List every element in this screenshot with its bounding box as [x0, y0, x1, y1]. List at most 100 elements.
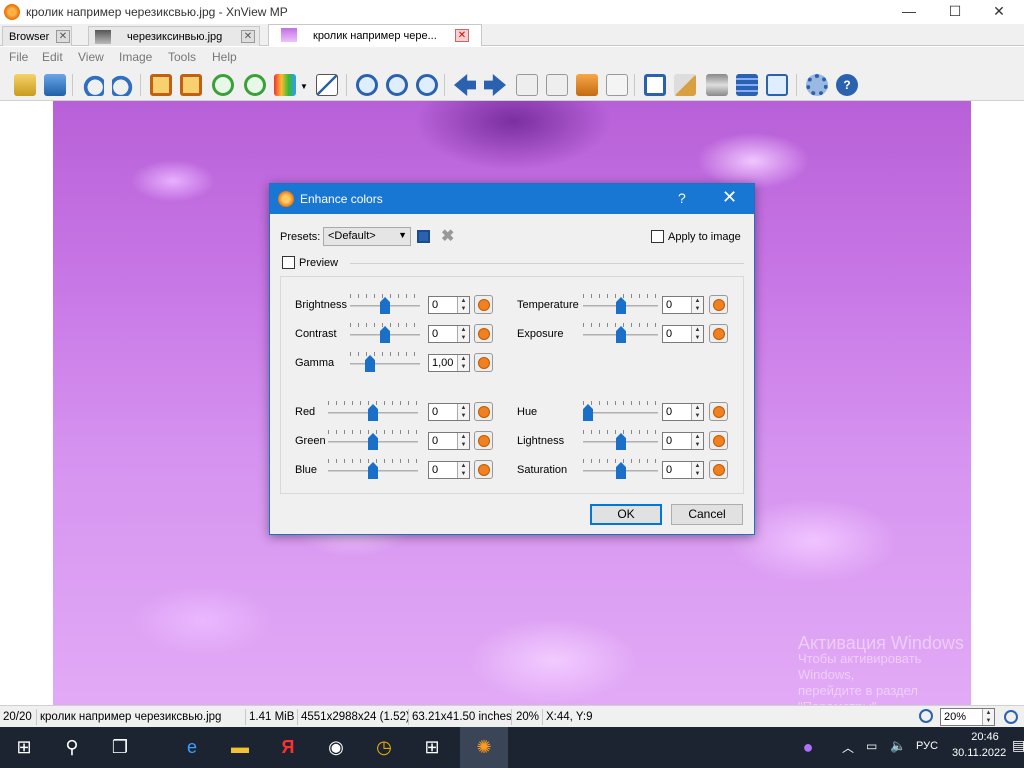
- slider-thumb[interactable]: [616, 462, 626, 479]
- save-icon[interactable]: [44, 74, 66, 96]
- slider-thumb[interactable]: [368, 404, 378, 421]
- stepper-arrows-icon[interactable]: ▲ ▼: [691, 462, 703, 478]
- fullscreen-icon[interactable]: [644, 74, 666, 96]
- slider-thumb[interactable]: [380, 297, 390, 314]
- search-icon[interactable]: ⚲: [48, 727, 96, 768]
- apply-to-image-checkbox[interactable]: [651, 230, 664, 243]
- windows-start-icon[interactable]: ⊞: [0, 727, 48, 768]
- alice-assistant-icon[interactable]: ●: [784, 727, 832, 768]
- green-value-stepper[interactable]: 0 ▲ ▼: [428, 432, 470, 450]
- stepper-arrows-icon[interactable]: ▲ ▼: [457, 355, 469, 371]
- adjust-colors-icon[interactable]: [274, 74, 296, 96]
- red-reset-button[interactable]: [474, 402, 493, 421]
- lightness-reset-button[interactable]: [709, 431, 728, 450]
- blue-reset-button[interactable]: [474, 460, 493, 479]
- saturation-value-stepper[interactable]: 0 ▲ ▼: [662, 461, 704, 479]
- stepper-arrows-icon[interactable]: ▲ ▼: [691, 404, 703, 420]
- lightness-value-stepper[interactable]: 0 ▲ ▼: [662, 432, 704, 450]
- stepper-arrows-icon[interactable]: ▲ ▼: [691, 433, 703, 449]
- slider-thumb[interactable]: [365, 355, 375, 372]
- presets-dropdown[interactable]: <Default> ▼: [323, 227, 411, 246]
- contrast-slider[interactable]: [350, 321, 420, 345]
- capture-icon[interactable]: [766, 74, 788, 96]
- volume-icon[interactable]: 🔈: [890, 738, 906, 754]
- stepper-arrows-icon[interactable]: ▲ ▼: [457, 433, 469, 449]
- hue-value-stepper[interactable]: 0 ▲ ▼: [662, 403, 704, 421]
- menu-image[interactable]: Image: [119, 50, 152, 64]
- clock-date[interactable]: 30.11.2022: [952, 747, 1006, 759]
- tab-close-icon[interactable]: ✕: [56, 30, 70, 43]
- stepper-arrows-icon[interactable]: ▲ ▼: [691, 326, 703, 342]
- tab-browser[interactable]: Browser ✕: [2, 26, 72, 46]
- zoom-out-icon[interactable]: [416, 74, 438, 96]
- stepper-arrows-icon[interactable]: ▲ ▼: [457, 326, 469, 342]
- temperature-reset-button[interactable]: [709, 295, 728, 314]
- previous-arrow-icon[interactable]: [454, 74, 476, 96]
- properties-icon[interactable]: [606, 74, 628, 96]
- saturation-reset-button[interactable]: [709, 460, 728, 479]
- menu-edit[interactable]: Edit: [42, 50, 63, 64]
- slider-thumb[interactable]: [616, 297, 626, 314]
- next-arrow-icon[interactable]: [484, 74, 506, 96]
- first-page-icon[interactable]: [516, 74, 538, 96]
- zoom-stepper[interactable]: 20% ▲ ▼: [940, 708, 995, 726]
- language-indicator[interactable]: РУС: [916, 740, 938, 752]
- brightness-reset-button[interactable]: [474, 295, 493, 314]
- rotate-right-icon[interactable]: [244, 74, 266, 96]
- hue-slider[interactable]: [583, 399, 658, 423]
- scan-icon[interactable]: [736, 74, 758, 96]
- clock-time[interactable]: 20:46: [962, 731, 1008, 743]
- browser-icon[interactable]: [14, 74, 36, 96]
- store-icon[interactable]: ⊞: [408, 727, 456, 768]
- slider-thumb[interactable]: [616, 326, 626, 343]
- slider-thumb[interactable]: [616, 433, 626, 450]
- red-slider[interactable]: [328, 399, 418, 423]
- crop-icon[interactable]: [150, 74, 172, 96]
- slider-thumb[interactable]: [583, 404, 593, 421]
- tab-close-icon[interactable]: ✕: [455, 29, 469, 42]
- stepper-arrows-icon[interactable]: ▲ ▼: [982, 709, 994, 725]
- maximize-button[interactable]: ☐: [932, 0, 978, 24]
- clock-app-icon[interactable]: ◷: [360, 727, 408, 768]
- edit-text-icon[interactable]: [674, 74, 696, 96]
- task-view-icon[interactable]: ❐: [96, 727, 144, 768]
- stepper-arrows-icon[interactable]: ▲ ▼: [457, 297, 469, 313]
- dialog-help-button[interactable]: ?: [678, 190, 686, 206]
- save-preset-icon[interactable]: [417, 230, 430, 243]
- contrast-value-stepper[interactable]: 0 ▲ ▼: [428, 325, 470, 343]
- contrast-reset-button[interactable]: [474, 324, 493, 343]
- tab-image-2[interactable]: кролик например чере... ✕: [268, 24, 482, 46]
- yandex-browser-icon[interactable]: Я: [264, 727, 312, 768]
- chevron-down-icon[interactable]: ▼: [300, 82, 308, 91]
- xnview-taskbar-icon[interactable]: ✺: [460, 727, 508, 768]
- menu-tools[interactable]: Tools: [168, 50, 196, 64]
- last-page-icon[interactable]: [546, 74, 568, 96]
- gamma-slider[interactable]: [350, 350, 420, 374]
- stepper-arrows-icon[interactable]: ▲ ▼: [691, 297, 703, 313]
- zoom-icon[interactable]: [919, 709, 933, 723]
- lightness-slider[interactable]: [583, 428, 658, 452]
- preview-checkbox[interactable]: [282, 256, 295, 269]
- slider-thumb[interactable]: [380, 326, 390, 343]
- chevron-up-icon[interactable]: ︿: [842, 739, 854, 756]
- temperature-slider[interactable]: [583, 292, 658, 316]
- brightness-value-stepper[interactable]: 0 ▲ ▼: [428, 296, 470, 314]
- menu-help[interactable]: Help: [212, 50, 237, 64]
- tab-close-icon[interactable]: ✕: [241, 30, 255, 43]
- menu-file[interactable]: File: [9, 50, 28, 64]
- exposure-reset-button[interactable]: [709, 324, 728, 343]
- stepper-arrows-icon[interactable]: ▲ ▼: [457, 404, 469, 420]
- rotate-left-icon[interactable]: [212, 74, 234, 96]
- zoom-fit-icon[interactable]: [386, 74, 408, 96]
- blue-value-stepper[interactable]: 0 ▲ ▼: [428, 461, 470, 479]
- dialog-close-button[interactable]: ✕: [722, 187, 737, 208]
- undo-icon[interactable]: [82, 74, 104, 96]
- network-icon[interactable]: ▭: [866, 739, 877, 753]
- temperature-value-stepper[interactable]: 0 ▲ ▼: [662, 296, 704, 314]
- hue-reset-button[interactable]: [709, 402, 728, 421]
- notifications-icon[interactable]: ▤: [1012, 737, 1024, 754]
- close-window-button[interactable]: ✕: [976, 0, 1022, 24]
- menu-view[interactable]: View: [78, 50, 104, 64]
- exposure-slider[interactable]: [583, 321, 658, 345]
- green-slider[interactable]: [328, 428, 418, 452]
